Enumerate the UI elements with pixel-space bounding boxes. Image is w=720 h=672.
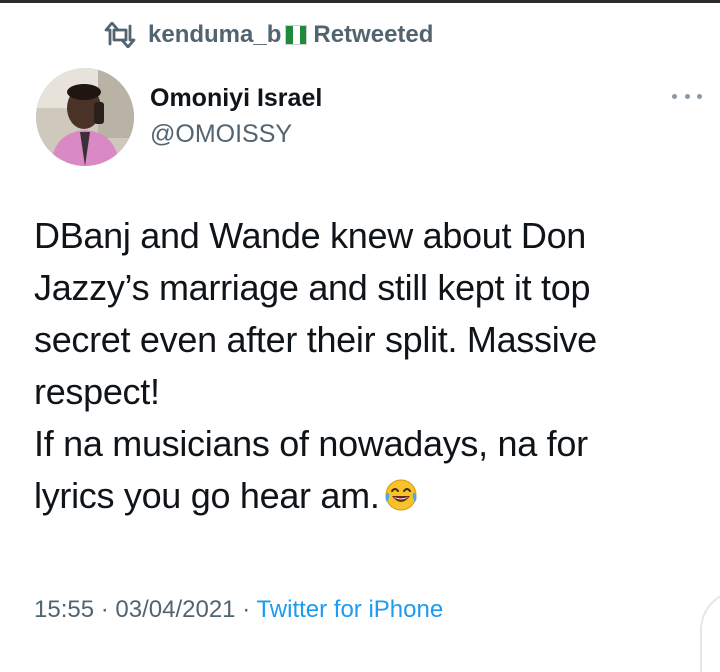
meta-separator: · xyxy=(100,596,109,623)
top-divider xyxy=(0,0,720,3)
retweet-icon xyxy=(104,22,136,48)
tweet-line: DBanj and Wande knew about Don xyxy=(34,215,587,256)
avatar[interactable] xyxy=(36,68,134,166)
meta-separator: · xyxy=(242,596,251,623)
tweet-metadata: 15:55 · 03/04/2021 · Twitter for iPhone xyxy=(34,596,443,624)
tweet-line: lyrics you go hear am. xyxy=(34,475,380,516)
retweet-context[interactable]: kenduma_b Retweeted xyxy=(104,20,433,50)
tweet-time[interactable]: 15:55 xyxy=(34,596,94,623)
author-handle[interactable]: @OMOISSY xyxy=(150,120,292,149)
tweet-source-link[interactable]: Twitter for iPhone xyxy=(256,596,443,623)
tweet-body: DBanj and Wande knew about Don Jazzy’s m… xyxy=(34,210,674,522)
corner-decoration xyxy=(700,590,720,672)
nigeria-flag-icon xyxy=(285,25,308,45)
author-name[interactable]: Omoniyi Israel xyxy=(150,84,322,113)
tweet-line: respect! xyxy=(34,371,160,412)
tears-of-joy-emoji-icon xyxy=(384,474,418,511)
tweet-date[interactable]: 03/04/2021 xyxy=(115,596,235,623)
retweeter-name[interactable]: kenduma_b xyxy=(148,21,281,49)
tweet-line: secret even after their split. Massive xyxy=(34,319,597,360)
tweet-line-last: lyrics you go hear am. xyxy=(34,470,674,522)
tweet-line: Jazzy’s marriage and still kept it top xyxy=(34,267,591,308)
tweet-line: If na musicians of nowadays, na for xyxy=(34,423,588,464)
retweeted-label: Retweeted xyxy=(313,21,434,48)
more-options-icon[interactable] xyxy=(672,88,702,104)
